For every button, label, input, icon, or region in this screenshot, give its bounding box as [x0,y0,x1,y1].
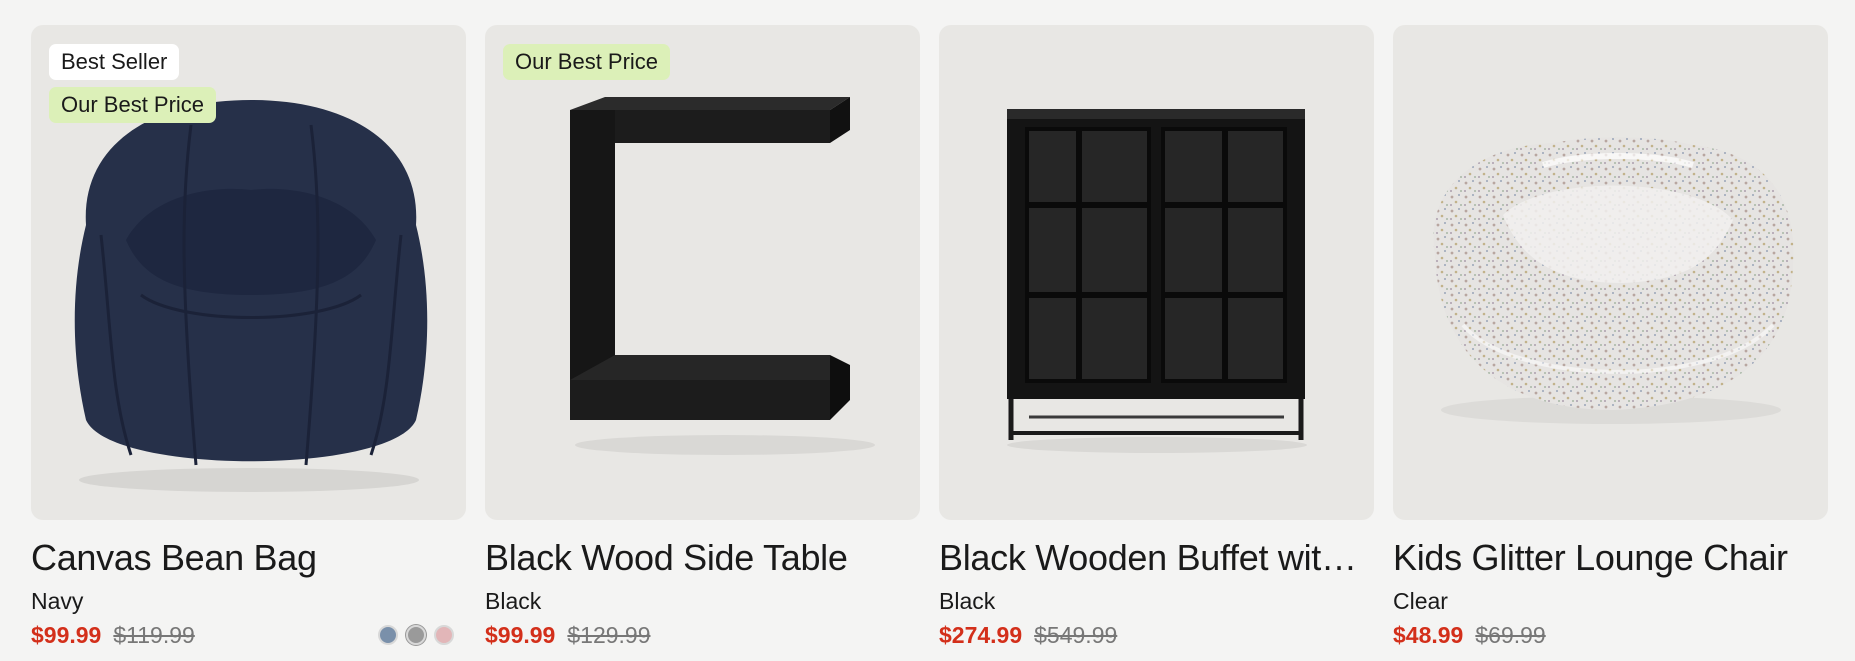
pink-swatch[interactable] [434,625,454,645]
glitter-chair-image [1433,137,1794,424]
price-row: $99.99 $129.99 [485,622,920,648]
product-title[interactable]: Canvas Bean Bag [31,538,466,578]
price-row: $99.99 $119.99 [31,622,466,648]
sale-price: $99.99 [485,622,556,648]
side-table-image [570,97,875,455]
original-price: $119.99 [113,622,195,648]
badge-best-price: Our Best Price [503,44,671,80]
product-image[interactable]: Best Seller Our Best Price [31,25,466,520]
product-color: Black [485,588,542,614]
original-price: $69.99 [1475,622,1546,648]
product-image[interactable] [939,25,1374,520]
product-image[interactable] [1393,25,1828,520]
product-image[interactable]: Our Best Price [485,25,920,520]
badge-best-price: Our Best Price [49,87,217,123]
sale-price: $48.99 [1393,622,1464,648]
product-title[interactable]: Black Wood Side Table [485,538,920,578]
price-row: $274.99 $549.99 [939,622,1374,648]
product-title[interactable]: Black Wooden Buffet wit… [939,538,1374,578]
color-swatches [378,625,454,645]
original-price: $549.99 [1034,622,1118,648]
buffet-cabinet-image [1007,109,1307,453]
product-card[interactable]: Black Wooden Buffet wit… Black $274.99 $… [939,25,1374,648]
product-title[interactable]: Kids Glitter Lounge Chair [1393,538,1828,578]
product-color: Black [939,588,996,614]
gray-swatch[interactable] [406,625,426,645]
product-color: Navy [31,588,84,614]
product-card[interactable]: Kids Glitter Lounge Chair Clear $48.99 $… [1393,25,1828,648]
badge-best-seller: Best Seller [49,44,180,80]
product-grid: Best Seller Our Best Price Canvas Bean B… [31,25,1828,648]
sale-price: $99.99 [31,622,102,648]
original-price: $129.99 [567,622,651,648]
sale-price: $274.99 [939,622,1023,648]
blue-swatch[interactable] [378,625,398,645]
product-color: Clear [1393,588,1448,614]
price-row: $48.99 $69.99 [1393,622,1828,648]
product-card[interactable]: Best Seller Our Best Price Canvas Bean B… [31,25,466,648]
product-card[interactable]: Our Best Price Black Wood Side Table Bla… [485,25,920,648]
